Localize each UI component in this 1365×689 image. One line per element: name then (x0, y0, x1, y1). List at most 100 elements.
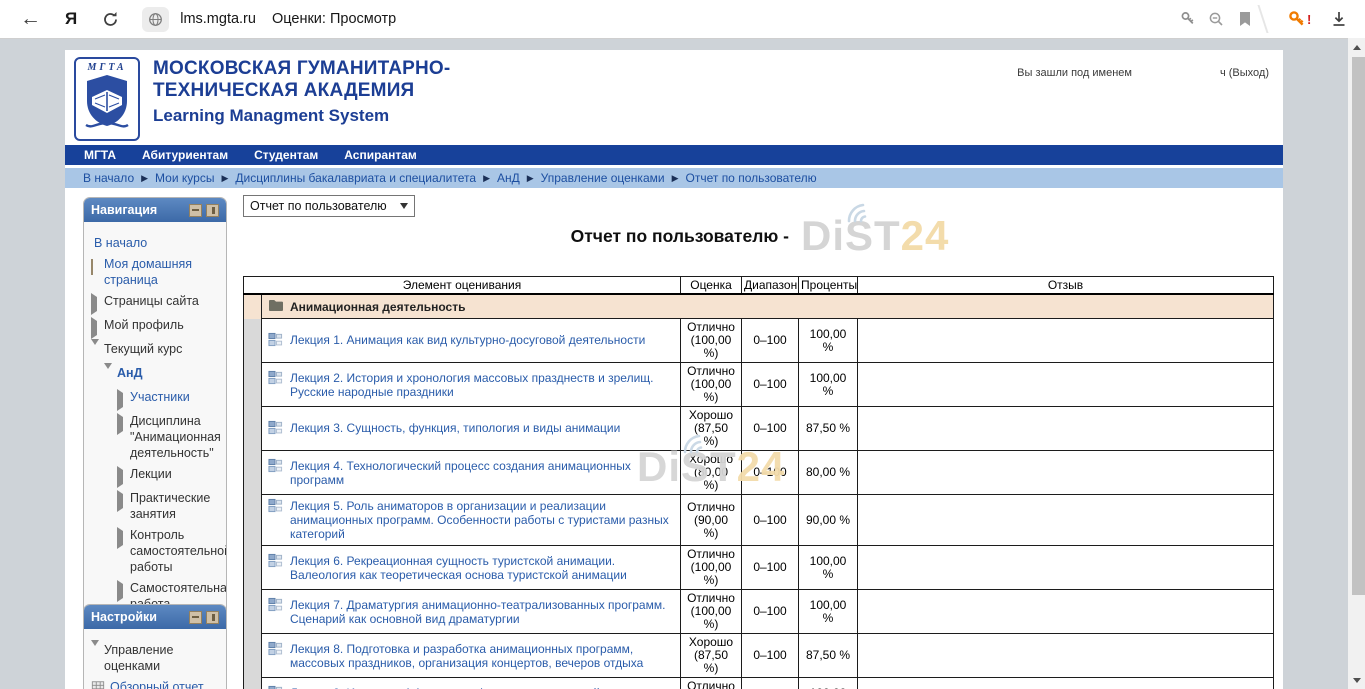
feedback-cell (858, 678, 1274, 689)
topnav-item[interactable]: Абитуриентам (142, 148, 228, 162)
percent-cell: 100,00 % (799, 546, 858, 590)
navigation-item[interactable]: Контроль самостоятельной работы (117, 527, 222, 575)
navigation-item[interactable]: АнД (104, 365, 222, 384)
bookmark-icon[interactable] (1238, 0, 1252, 38)
breadcrumb-link[interactable]: Управление оценками (541, 171, 665, 185)
settings-label: Обзорный отчет (110, 679, 204, 689)
grade-item-link[interactable]: Лекция 6. Рекреационная сущность туристс… (290, 552, 676, 584)
navigation-item[interactable]: В начало (94, 235, 222, 251)
breadcrumb-link[interactable]: Дисциплины бакалавриата и специалитета (235, 171, 476, 185)
range-cell: 0–100 (742, 634, 799, 678)
expand-arrow-icon (91, 317, 104, 336)
navigation-label: Текущий курс (104, 341, 182, 357)
block-collapse-icon[interactable] (189, 204, 202, 217)
block-dock-icon[interactable] (206, 204, 219, 217)
grade-item-link[interactable]: Лекция 7. Драматургия анимационно-театра… (290, 596, 676, 628)
navigation-item[interactable]: Дисциплина "Анимационная деятельность" (117, 413, 222, 461)
navigation-item[interactable]: Лекции (117, 466, 222, 485)
grade-item-link[interactable]: Лекция 5. Роль аниматоров в организации … (290, 497, 676, 543)
topnav-item[interactable]: Студентам (254, 148, 318, 162)
reload-icon[interactable] (101, 10, 120, 29)
grade-percent: (87,50 %) (685, 422, 737, 448)
range-cell: 0–100 (742, 678, 799, 689)
collapse-arrow-icon (91, 341, 104, 360)
academy-logo[interactable]: МГТА (74, 57, 140, 141)
grade-percent: (87,50 %) (685, 649, 737, 675)
grade-item-link[interactable]: Лекция 3. Сущность, функция, типология и… (290, 419, 620, 437)
grade-item-link[interactable]: Лекция 1. Анимация как вид культурно-дос… (290, 331, 645, 349)
navigation-item[interactable]: Участники (117, 389, 222, 408)
breadcrumb-separator-icon: ▶ (141, 173, 148, 184)
expand-arrow-icon (91, 293, 104, 312)
alert-exclamation: ! (1307, 12, 1311, 27)
block-dock-icon[interactable] (206, 611, 219, 624)
range-cell: 0–100 (742, 407, 799, 451)
breadcrumb-link[interactable]: Отчет по пользователю (686, 171, 817, 185)
password-alert-icon[interactable]: ! (1288, 0, 1311, 38)
grade-table-row: Лекция 6. Рекреационная сущность туристс… (244, 546, 1274, 590)
navigation-item[interactable]: Моя домашняя страница (91, 256, 222, 288)
logo-crest-icon (82, 73, 132, 131)
grade-percent: (100,00 %) (685, 605, 737, 631)
grade-item-link[interactable]: Лекция 8. Подготовка и разработка анимац… (290, 640, 676, 672)
scroll-up-button[interactable] (1348, 38, 1365, 56)
lesson-icon (268, 597, 284, 615)
settings-item[interactable]: Управление оценками (91, 642, 222, 674)
percent-cell: 100,00 % (799, 590, 858, 634)
col-header-range: Диапазон (742, 277, 799, 295)
settings-block-header: Настройки (84, 605, 226, 629)
feedback-cell (858, 319, 1274, 363)
grade-item-link[interactable]: Лекция 9. Игра как эффективная форма ани… (290, 684, 676, 689)
page-scrollbar[interactable] (1348, 38, 1365, 689)
download-icon[interactable] (1330, 0, 1348, 38)
navigation-item[interactable]: Мой профиль (91, 317, 222, 336)
grade-item-cell: Лекция 9. Игра как эффективная форма ани… (262, 678, 681, 689)
breadcrumb-link[interactable]: Мои курсы (155, 171, 214, 185)
lesson-icon (268, 553, 284, 571)
percent-cell: 100,00 % (799, 363, 858, 407)
col-header-feedback: Отзыв (858, 277, 1274, 295)
grade-item-link[interactable]: Лекция 2. История и хронология массовых … (290, 369, 676, 401)
navigation-label: АнД (117, 365, 142, 381)
settings-item[interactable]: Обзорный отчет (91, 679, 222, 689)
zoom-search-icon[interactable] (1208, 0, 1225, 38)
yandex-browser-icon[interactable]: Я (65, 9, 77, 29)
percent-cell: 100,00 % (799, 319, 858, 363)
grade-item-cell: Лекция 1. Анимация как вид культурно-дос… (262, 319, 681, 363)
percent-cell: 100,00 % (799, 678, 858, 689)
expand-arrow-icon (117, 413, 130, 432)
grade-item-cell: Лекция 4. Технологический процесс создан… (262, 451, 681, 495)
topnav-item[interactable]: МГТА (84, 148, 116, 162)
academy-title: МОСКОВСКАЯ ГУМАНИТАРНО- ТЕХНИЧЕСКАЯ АКАД… (153, 58, 450, 126)
page-title-in-bar: Оценки: Просмотр (272, 11, 396, 27)
navigation-item[interactable]: Текущий курс (91, 341, 222, 360)
grade-item-cell: Лекция 8. Подготовка и разработка анимац… (262, 634, 681, 678)
grade-item-link[interactable]: Лекция 4. Технологический процесс создан… (290, 457, 676, 489)
address-url[interactable]: lms.mgta.ru (180, 11, 256, 27)
breadcrumb-separator-icon: ▶ (221, 173, 228, 184)
breadcrumb-separator-icon: ▶ (483, 173, 490, 184)
block-collapse-icon[interactable] (189, 611, 202, 624)
logout-link[interactable]: ч (Выход) (1220, 67, 1269, 79)
navigation-item[interactable]: Страницы сайта (91, 293, 222, 312)
feedback-cell (858, 590, 1274, 634)
grade-percent: (80,00 %) (685, 466, 737, 492)
folder-icon (268, 298, 284, 315)
navigation-item[interactable]: Практические занятия (117, 490, 222, 522)
scroll-down-button[interactable] (1348, 671, 1365, 689)
breadcrumb-link[interactable]: АнД (497, 171, 520, 185)
topnav-item[interactable]: Аспирантам (344, 148, 417, 162)
feedback-cell (858, 451, 1274, 495)
site-globe-icon[interactable] (142, 7, 169, 32)
academy-title-line1: МОСКОВСКАЯ ГУМАНИТАРНО- (153, 58, 450, 80)
navigation-block-title: Навигация (91, 203, 157, 217)
saved-password-icon[interactable] (1180, 0, 1196, 38)
row-indent-cell (244, 495, 262, 546)
breadcrumb-link[interactable]: В начало (83, 171, 134, 185)
browser-back-icon[interactable]: ← (20, 7, 41, 31)
grade-report-table: Элемент оценивания Оценка Диапазон Проце… (243, 276, 1274, 689)
row-indent-cell (244, 590, 262, 634)
scrollbar-thumb[interactable] (1352, 57, 1365, 595)
breadcrumb-separator-icon: ▶ (672, 173, 679, 184)
range-cell: 0–100 (742, 590, 799, 634)
